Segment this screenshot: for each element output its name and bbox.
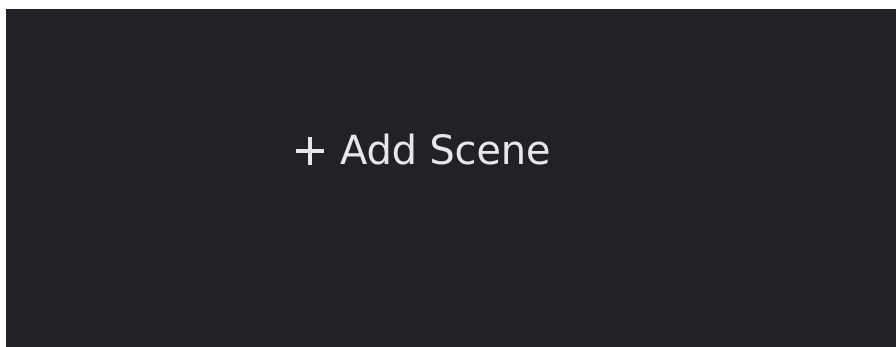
add-scene-label: Add Scene	[340, 128, 551, 174]
plus-icon	[292, 133, 328, 169]
scenes-panel: Add Scene	[6, 9, 896, 347]
add-scene-button[interactable]: Add Scene	[292, 123, 551, 179]
